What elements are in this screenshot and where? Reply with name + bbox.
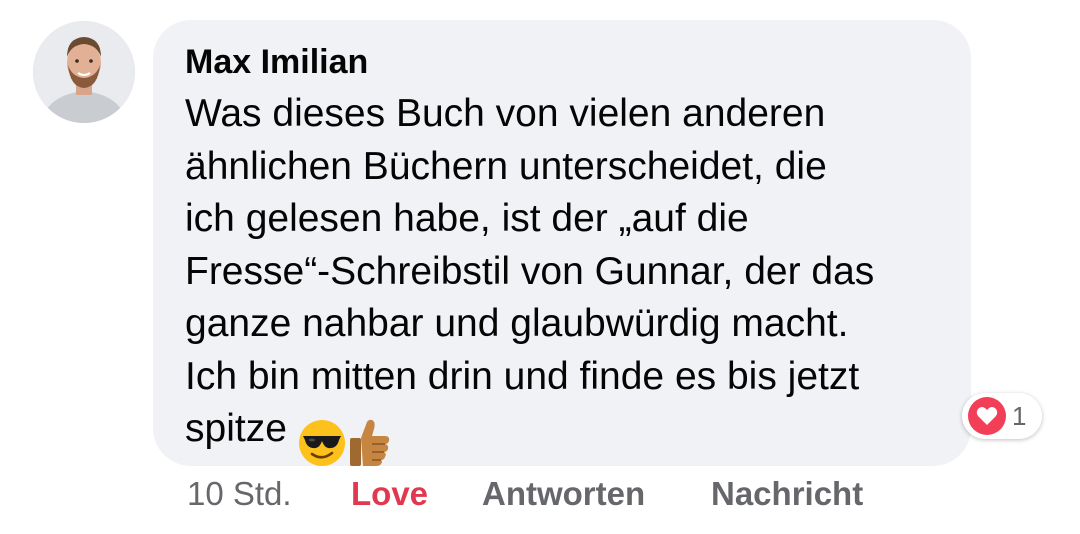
reaction-count: 1	[1012, 401, 1027, 431]
thumbs-up-emoji	[349, 419, 390, 466]
comment-text: Was dieses Buch von vielen anderen ähnli…	[185, 92, 875, 450]
reply-button[interactable]: Antworten	[482, 474, 645, 514]
comment-author[interactable]: Max Imilian	[185, 42, 941, 82]
avatar[interactable]	[33, 21, 135, 123]
message-button[interactable]: Nachricht	[711, 474, 863, 514]
sunglasses-face-emoji	[298, 419, 345, 466]
comment-body: Was dieses Buch von vielen anderen ähnli…	[185, 88, 941, 468]
reaction-summary[interactable]: 1	[962, 393, 1042, 439]
love-button[interactable]: Love	[351, 474, 428, 514]
comment-bubble[interactable]: Max Imilian Was dieses Buch von vielen a…	[153, 20, 971, 466]
comment-timestamp[interactable]: 10 Std.	[187, 474, 292, 514]
heart-icon	[968, 397, 1006, 435]
emoji-group	[297, 415, 391, 468]
